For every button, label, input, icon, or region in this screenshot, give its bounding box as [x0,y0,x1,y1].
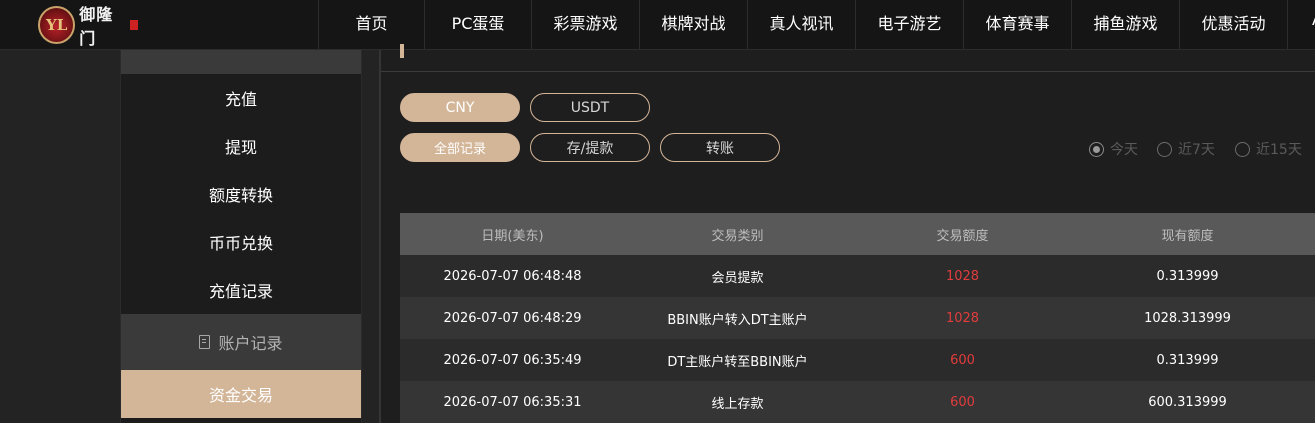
cell-date: 2026-07-07 06:48:29 [443,310,582,326]
date-filter-today[interactable]: 今天 [1089,139,1138,159]
table-row: 2026-07-07 06:48:48 会员提款 1028 0.313999 [400,255,1315,297]
cell-balance: 0.313999 [1156,268,1219,284]
nav-item-home[interactable]: 首页 [318,0,424,49]
document-icon [199,335,211,349]
date-filter-label: 今天 [1110,142,1138,158]
sidebar-section-label: 账户记录 [218,334,283,353]
record-tab-transfer[interactable]: 转账 [660,133,780,162]
sidebar-item-deposit-records[interactable]: 充值记录 [121,266,361,314]
cell-amount: 600 [950,394,975,410]
sidebar-item-coin-exchange[interactable]: 币币兑换 [121,218,361,266]
main-panel-header [381,44,1315,72]
column-header-amount: 交易额度 [936,228,989,244]
main-panel: CNY USDT 全部记录 存/提款 转账 今天 近7天 近15天 日期(美东)… [381,44,1315,423]
table-row: 2026-07-07 06:48:29 BBIN账户转入DT主账户 1028 1… [400,297,1315,339]
cell-type: DT主账户转至BBIN账户 [667,354,808,370]
cell-type: BBIN账户转入DT主账户 [667,312,808,328]
nav-item-pc-dandan[interactable]: PC蛋蛋 [424,0,531,49]
nav-item-card-games[interactable]: 棋牌对战 [639,0,747,49]
nav-item-slots[interactable]: 电子游艺 [855,0,963,49]
sidebar-item-transfer[interactable]: 额度转换 [121,170,361,218]
cell-amount: 600 [950,352,975,368]
transactions-table: 日期(美东) 交易类别 交易额度 现有额度 2026-07-07 06:48:4… [400,213,1315,423]
radio-unchecked-icon [1157,141,1172,157]
cell-type: 会员提款 [711,270,764,286]
logo[interactable]: YL 御隆门 [38,3,138,48]
top-nav-bar: YL 御隆门 首页 PC蛋蛋 彩票游戏 棋牌对战 真人视讯 电子游艺 体育赛事 … [0,0,1315,50]
record-tab-deposit-withdraw[interactable]: 存/提款 [530,133,650,162]
date-filter-7days[interactable]: 近7天 [1157,139,1215,159]
cell-amount: 1028 [945,268,980,284]
logo-mark-icon: YL [38,6,76,44]
nav-item-lottery[interactable]: 彩票游戏 [531,0,639,49]
record-tab-all[interactable]: 全部记录 [400,133,520,162]
radio-unchecked-icon [1235,141,1250,157]
sidebar-section-header-cut [121,50,361,74]
currency-tab-usdt[interactable]: USDT [530,93,650,122]
main-nav: 首页 PC蛋蛋 彩票游戏 棋牌对战 真人视讯 电子游艺 体育赛事 捕鱼游戏 优惠… [318,0,1315,49]
date-filter-15days[interactable]: 近15天 [1235,139,1302,159]
cell-balance: 0.313999 [1156,352,1219,368]
nav-item-more[interactable]: A [1287,0,1315,49]
column-header-balance: 现有额度 [1161,228,1214,244]
column-header-type: 交易类别 [711,228,764,244]
sidebar-item-withdraw[interactable]: 提现 [121,122,361,170]
table-header: 日期(美东) 交易类别 交易额度 现有额度 [400,213,1315,255]
cell-balance: 600.313999 [1148,394,1227,410]
date-filter-label: 近7天 [1178,142,1215,158]
nav-item-sports[interactable]: 体育赛事 [963,0,1071,49]
table-row: 2026-07-07 06:35:31 线上存款 600 600.313999 [400,381,1315,423]
cell-date: 2026-07-07 06:48:48 [443,268,582,284]
cell-amount: 1028 [945,310,980,326]
nav-item-promotions[interactable]: 优惠活动 [1179,0,1287,49]
sidebar-item-fund-transactions[interactable]: 资金交易 [121,370,361,418]
logo-tag-icon [130,20,138,30]
currency-tab-cny[interactable]: CNY [400,93,520,122]
table-row: 2026-07-07 06:35:49 DT主账户转至BBIN账户 600 0.… [400,339,1315,381]
logo-text: 御隆门 [79,5,114,48]
radio-checked-icon [1089,141,1104,157]
nav-item-live-video[interactable]: 真人视讯 [747,0,855,49]
cell-type: 线上存款 [711,396,764,412]
cell-balance: 1028.313999 [1144,310,1231,326]
nav-item-fishing[interactable]: 捕鱼游戏 [1071,0,1179,49]
cell-date: 2026-07-07 06:35:49 [443,352,582,368]
title-accent-bar [400,44,404,58]
sidebar-item-deposit[interactable]: 充值 [121,74,361,122]
cell-date: 2026-07-07 06:35:31 [443,394,582,410]
date-filter-label: 近15天 [1256,142,1302,158]
sidebar-section-account-records: 账户记录 [121,314,361,370]
column-header-date: 日期(美东) [481,228,544,244]
sidebar: 充值 提现 额度转换 币币兑换 充值记录 账户记录 资金交易 [120,50,362,423]
